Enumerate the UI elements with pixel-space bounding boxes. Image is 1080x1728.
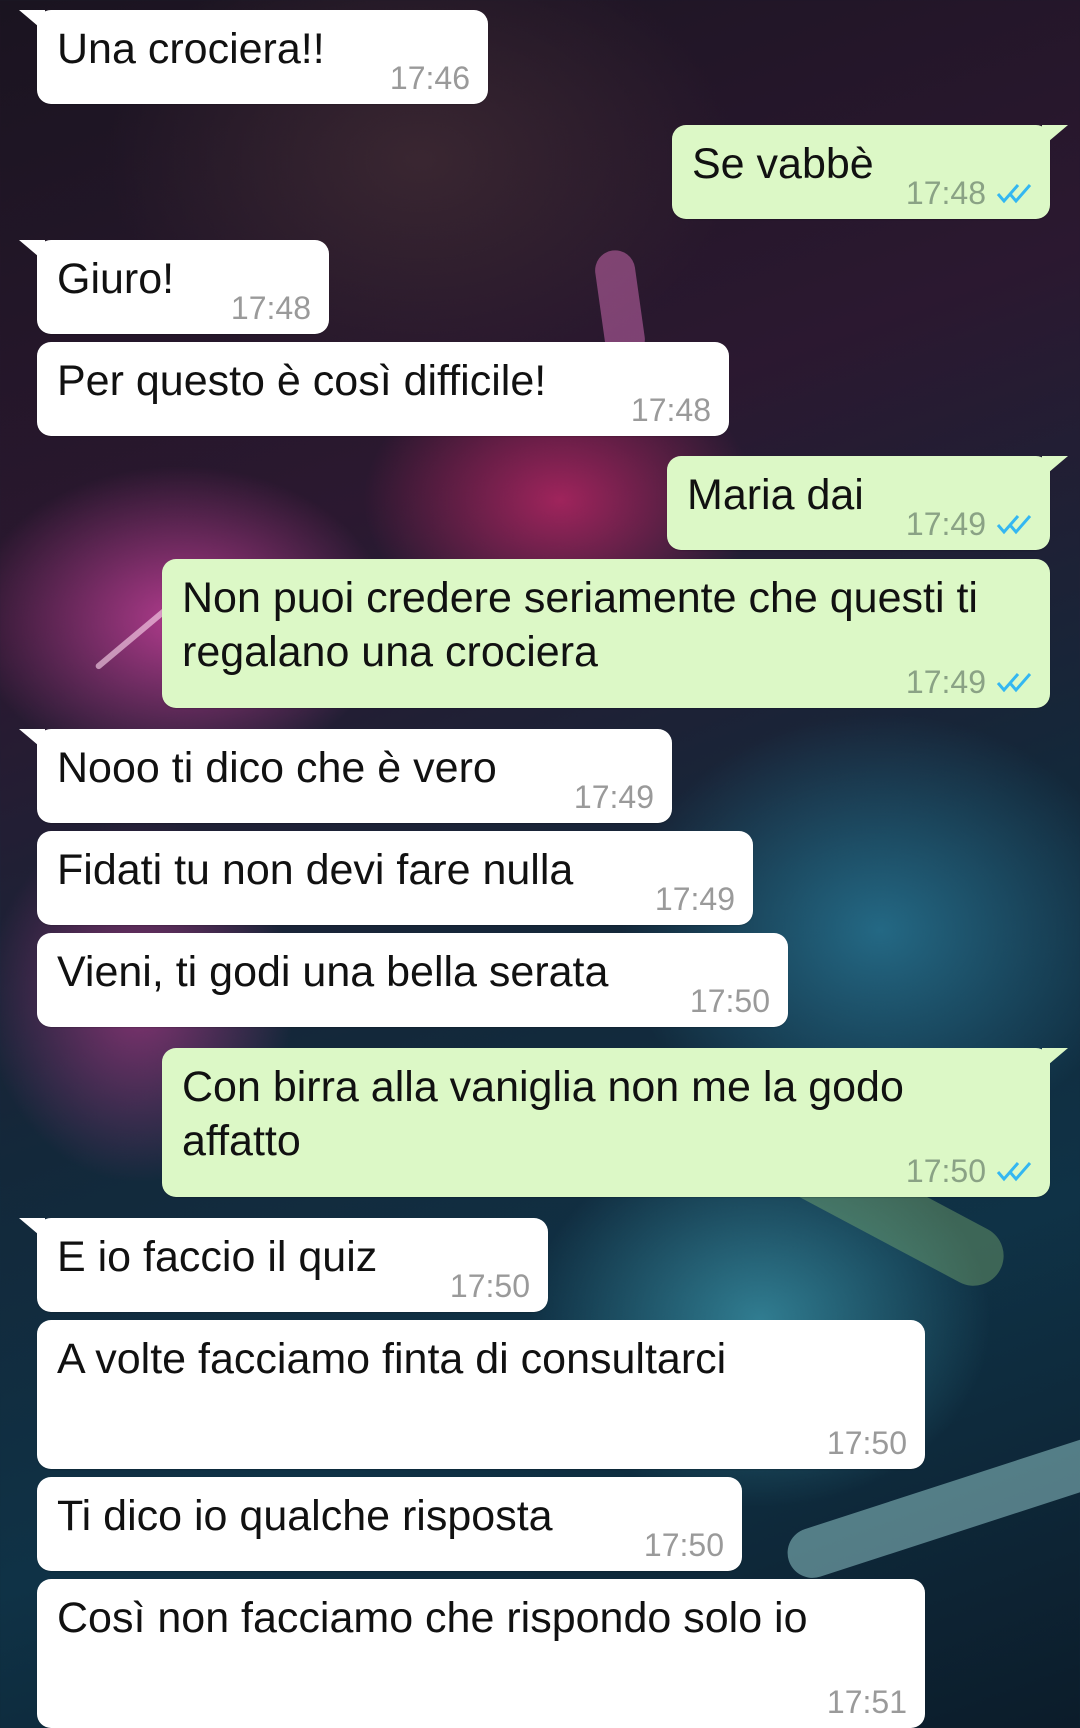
timestamp-text: 17:49	[573, 779, 654, 815]
message-timestamp: 17:49	[906, 662, 1032, 702]
message-text: Con birra alla vaniglia non me la godo a…	[182, 1063, 904, 1165]
incoming-message-bubble[interactable]: Vieni, ti godi una bella serata 17:50	[37, 933, 788, 1027]
message-timestamp: 17:48	[631, 390, 711, 430]
message-text: Nooo ti dico che è vero	[57, 744, 497, 792]
timestamp-text: 17:48	[230, 290, 311, 326]
timestamp-text: 17:50	[826, 1425, 907, 1461]
message-timestamp: 17:49	[906, 504, 1032, 544]
incoming-message-bubble[interactable]: Per questo è così difficile! 17:48	[37, 342, 729, 436]
message-timestamp: 17:50	[644, 1525, 724, 1565]
timestamp-text: 17:46	[389, 60, 470, 96]
timestamp-text: 17:50	[689, 983, 770, 1019]
timestamp-text: 17:48	[905, 175, 986, 211]
message-text: E io faccio il quiz	[57, 1233, 378, 1281]
incoming-message-bubble[interactable]: E io faccio il quiz 17:50	[19, 1218, 548, 1312]
message-text: A volte facciamo finta di consultarci	[57, 1335, 727, 1383]
message-timestamp: 17:46	[390, 58, 470, 98]
message-text: Se vabbè	[692, 140, 874, 188]
message-timestamp: 17:50	[906, 1151, 1032, 1191]
message-text: Così non facciamo che rispondo solo io	[57, 1594, 808, 1642]
timestamp-text: 17:48	[630, 392, 711, 428]
message-text: Ti dico io qualche risposta	[57, 1492, 553, 1540]
timestamp-text: 17:49	[654, 881, 735, 917]
timestamp-text: 17:51	[826, 1684, 907, 1720]
message-timestamp: 17:50	[690, 981, 770, 1021]
message-timestamp: 17:49	[574, 777, 654, 817]
message-timestamp: 17:49	[655, 879, 735, 919]
outgoing-message-bubble[interactable]: Se vabbè 17:48	[672, 125, 1068, 219]
incoming-message-bubble[interactable]: Così non facciamo che rispondo solo io 1…	[37, 1579, 925, 1728]
timestamp-text: 17:50	[905, 1153, 986, 1189]
incoming-message-bubble[interactable]: Una crociera!! 17:46	[19, 10, 488, 104]
message-timestamp: 17:50	[827, 1423, 907, 1463]
incoming-message-bubble[interactable]: A volte facciamo finta di consultarci 17…	[37, 1320, 925, 1469]
message-timestamp: 17:50	[450, 1266, 530, 1306]
timestamp-text: 17:50	[449, 1268, 530, 1304]
read-double-check-icon	[996, 671, 1032, 693]
read-double-check-icon	[996, 513, 1032, 535]
message-text: Una crociera!!	[57, 25, 325, 73]
incoming-message-bubble[interactable]: Fidati tu non devi fare nulla 17:49	[37, 831, 753, 925]
timestamp-text: 17:49	[905, 664, 986, 700]
outgoing-message-bubble[interactable]: Maria dai 17:49	[667, 456, 1068, 550]
outgoing-message-bubble[interactable]: Non puoi credere seriamente che questi t…	[162, 559, 1050, 708]
incoming-message-bubble[interactable]: Ti dico io qualche risposta 17:50	[37, 1477, 742, 1571]
message-text: Per questo è così difficile!	[57, 357, 547, 405]
message-text: Non puoi credere seriamente che questi t…	[182, 574, 978, 676]
message-text: Giuro!	[57, 255, 175, 303]
message-text: Vieni, ti godi una bella serata	[57, 948, 609, 996]
message-timestamp: 17:48	[231, 288, 311, 328]
timestamp-text: 17:49	[905, 506, 986, 542]
message-text: Maria dai	[687, 471, 864, 519]
read-double-check-icon	[996, 1160, 1032, 1182]
message-text: Fidati tu non devi fare nulla	[57, 846, 574, 894]
message-timestamp: 17:48	[906, 173, 1032, 213]
message-timestamp: 17:51	[827, 1682, 907, 1722]
timestamp-text: 17:50	[643, 1527, 724, 1563]
read-double-check-icon	[996, 182, 1032, 204]
incoming-message-bubble[interactable]: Nooo ti dico che è vero 17:49	[19, 729, 672, 823]
incoming-message-bubble[interactable]: Giuro! 17:48	[19, 240, 329, 334]
chat-message-list[interactable]: Una crociera!! 17:46 Se vabbè 17:48 Giur…	[0, 0, 1080, 1728]
outgoing-message-bubble[interactable]: Con birra alla vaniglia non me la godo a…	[162, 1048, 1068, 1197]
